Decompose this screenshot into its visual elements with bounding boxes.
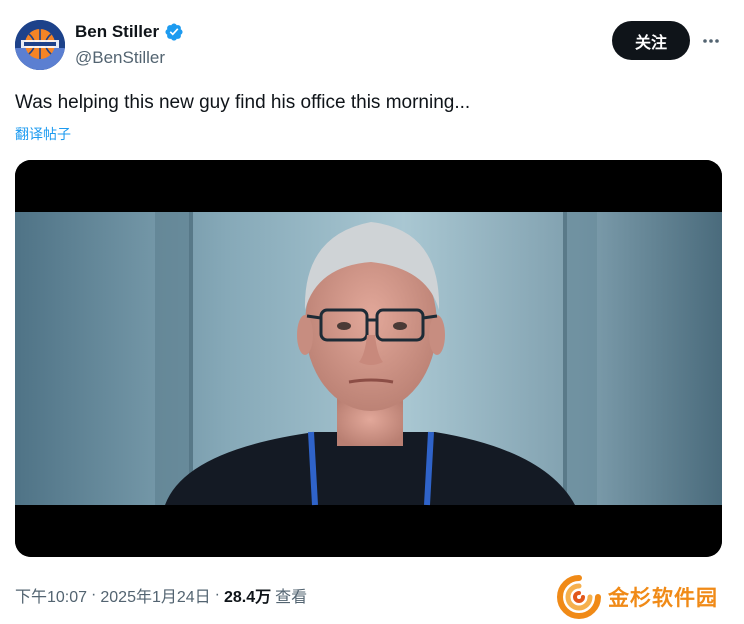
follow-button[interactable]: 关注 <box>612 21 690 60</box>
swirl-logo-icon <box>557 575 601 619</box>
watermark-text: 金杉软件园 <box>608 587 718 610</box>
meta-separator: · <box>91 586 97 603</box>
video-still-image <box>15 160 722 557</box>
author-name-row: Ben Stiller <box>75 22 184 42</box>
verified-badge-icon <box>165 23 183 41</box>
tweet-date[interactable]: 2025年1月24日 <box>100 583 210 607</box>
translate-post-link[interactable]: 翻译帖子 <box>15 124 71 144</box>
tweet-time[interactable]: 下午10:07 <box>15 583 87 607</box>
knicks-logo-avatar <box>15 20 65 70</box>
views-label: 查看 <box>275 589 308 606</box>
tweet-video-media[interactable] <box>15 160 722 557</box>
author-display-name[interactable]: Ben Stiller <box>75 22 159 42</box>
meta-separator: · <box>214 586 220 603</box>
view-count: 28.4万 <box>224 589 272 606</box>
tweet-metadata: 下午10:07 · 2025年1月24日 · 28.4万 查看 <box>15 583 307 607</box>
author-handle[interactable]: @BenStiller <box>75 48 165 68</box>
more-options-button[interactable] <box>698 28 724 54</box>
site-watermark: 金杉软件园 <box>556 574 718 620</box>
author-avatar[interactable] <box>15 20 65 70</box>
tweet-text: Was helping this new guy find his office… <box>15 92 471 113</box>
more-dots-icon <box>703 39 719 43</box>
